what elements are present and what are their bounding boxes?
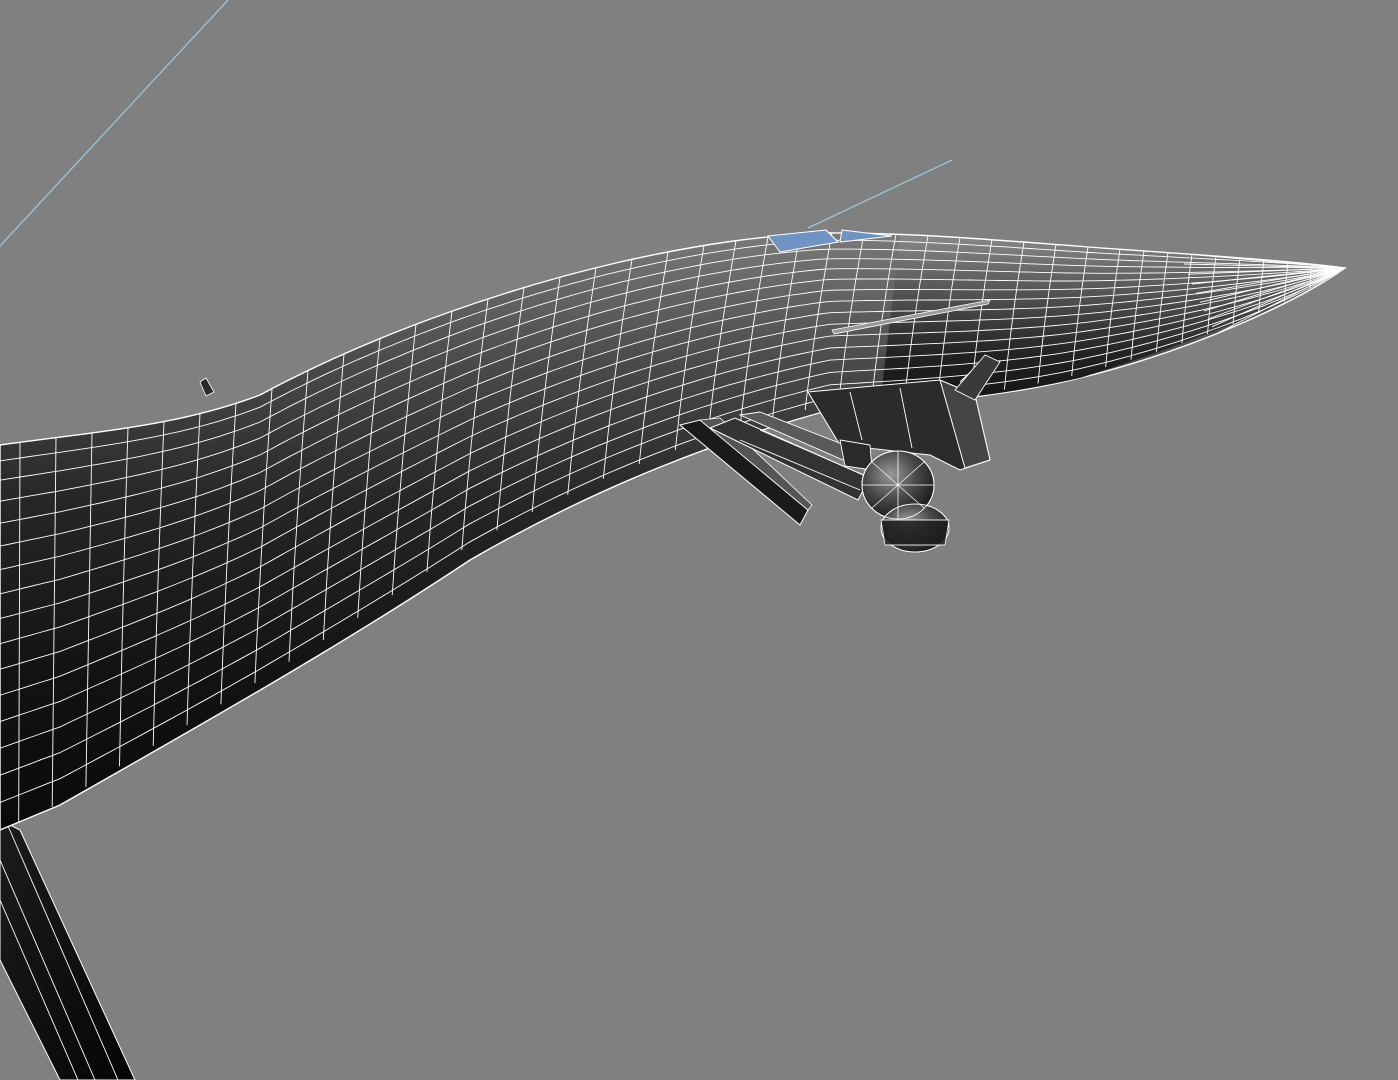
wing-lower-left <box>0 819 136 1080</box>
fuselage <box>0 232 1347 831</box>
3d-viewport[interactable] <box>0 0 1398 1080</box>
viewport-scene[interactable] <box>0 0 1398 1080</box>
guide-line-canopy <box>807 159 953 229</box>
antenna <box>199 377 215 397</box>
guide-line-left <box>0 0 229 247</box>
